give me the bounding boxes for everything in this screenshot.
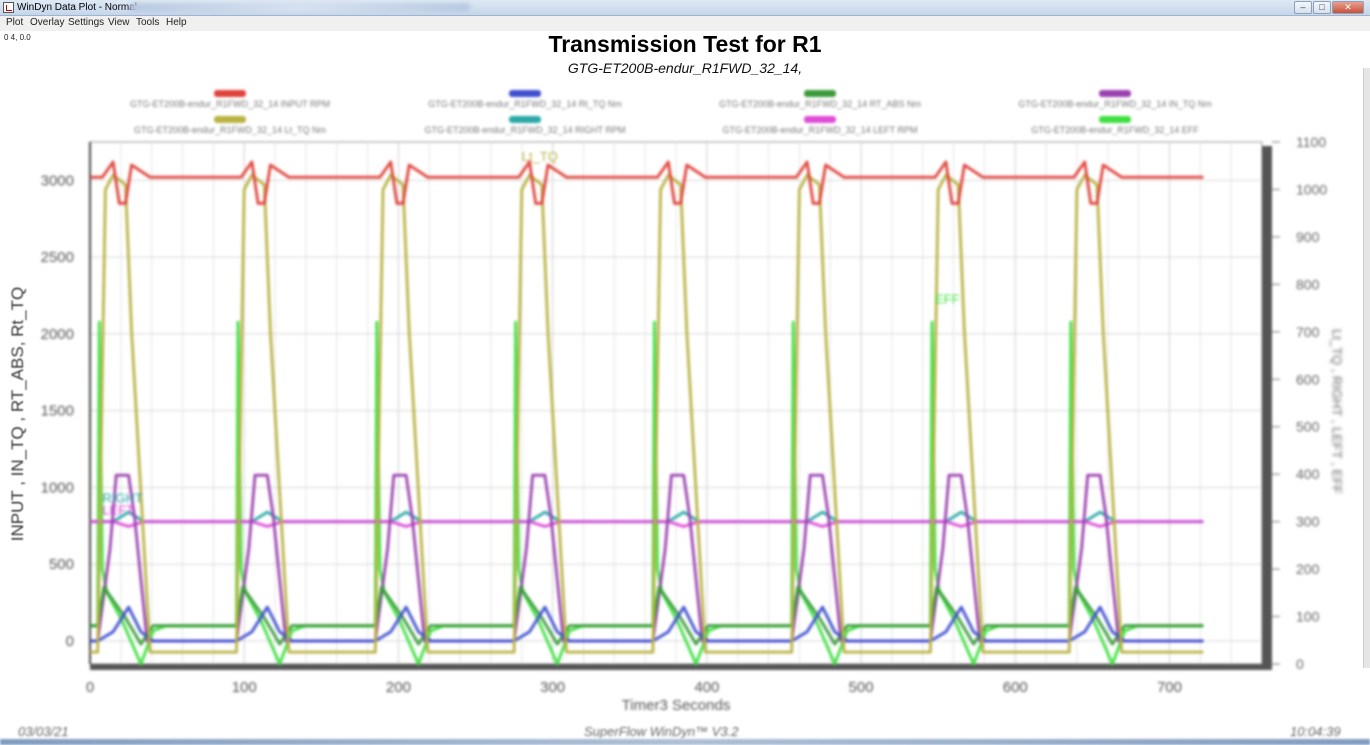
y-right-tick-label: 300	[1296, 514, 1320, 530]
footer-date: 03/03/21	[18, 724, 69, 739]
x-tick-label: 700	[1157, 679, 1182, 696]
x-tick-label: 500	[849, 679, 874, 696]
y-left-tick-label: 500	[49, 556, 74, 573]
x-tick-label: 400	[694, 679, 719, 696]
y-left-tick-label: 2500	[41, 249, 74, 266]
series-inline-label: Lt_TQ	[522, 149, 558, 164]
y-right-tick-label: 400	[1296, 466, 1320, 482]
series-inline-label: LEFT	[102, 503, 134, 518]
series-inline-label: EFF	[935, 291, 960, 306]
y-left-tick-label: 0	[66, 633, 74, 650]
x-axis-label: Timer3 Seconds	[622, 697, 731, 714]
y-left-tick-label: 1500	[41, 403, 74, 420]
y-right-tick-label: 500	[1296, 419, 1320, 435]
plot-area[interactable]: 0 100 200 300 400 500 600 700050010001500200025…	[0, 0, 1370, 745]
bottom-axis-bar	[90, 664, 1272, 670]
y-left-tick-label: 2000	[41, 326, 74, 343]
y-axis-right-label: Lt_TQ , RIGHT , LEFT , EFF	[1329, 329, 1345, 494]
footer-time: 10:04:39	[1290, 724, 1341, 739]
x-tick-label: 200	[386, 679, 411, 696]
y-right-tick-label: 100	[1296, 609, 1320, 625]
y-right-tick-label: 700	[1296, 324, 1320, 340]
y-right-tick-label: 1100	[1296, 134, 1326, 150]
x-tick-label: 0	[86, 679, 94, 696]
y-right-tick-label: 0	[1296, 656, 1304, 672]
y-right-tick-label: 600	[1296, 371, 1320, 387]
x-tick-label: 300	[540, 679, 565, 696]
y-axis-left-label: INPUT , IN_TQ , RT_ABS, Rt_TQ	[8, 286, 27, 542]
footer-brand: SuperFlow WinDyn™ V3.2	[584, 724, 739, 739]
y-left-tick-label: 3000	[41, 172, 74, 189]
x-tick-label: 100	[232, 679, 257, 696]
y-right-tick-label: 800	[1296, 276, 1320, 292]
right-axis-bar	[1262, 146, 1272, 670]
y-right-tick-label: 900	[1296, 229, 1320, 245]
y-right-tick-label: 1000	[1296, 181, 1327, 197]
x-tick-label: 600	[1003, 679, 1028, 696]
vertical-scrollbar[interactable]	[1363, 68, 1370, 668]
y-left-tick-label: 1000	[41, 479, 74, 496]
taskbar-strip	[0, 739, 1370, 745]
y-right-tick-label: 200	[1296, 561, 1320, 577]
